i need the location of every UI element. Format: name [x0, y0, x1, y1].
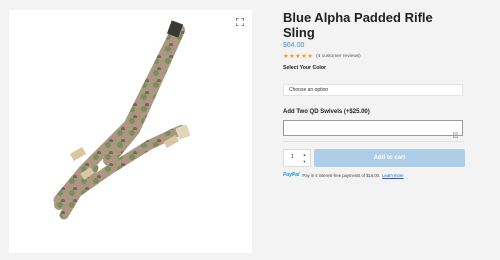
star-rating: ★★★★★ — [283, 53, 314, 60]
document-icon — [453, 125, 458, 138]
chevron-down-icon[interactable]: ▼ — [302, 159, 307, 164]
quantity-stepper[interactable]: 1 ▲ ▼ — [283, 149, 311, 167]
paypal-text: Pay in 4 interest-free payments of $16.0… — [302, 172, 381, 178]
paypal-logo: PayPal — [283, 172, 300, 178]
add-to-cart-button[interactable]: Add to cart — [314, 149, 465, 167]
rating-row: ★★★★★ (4 customer reviews) — [283, 52, 361, 60]
swivel-label: Add Two QD Swivels (+$25.00) — [283, 109, 370, 115]
color-select[interactable]: Choose an option — [283, 84, 463, 96]
quantity-value[interactable]: 1 — [291, 154, 294, 160]
learn-more-link[interactable]: Learn more — [382, 173, 403, 178]
product-title: Blue Alpha Padded Rifle Sling — [283, 10, 433, 40]
reviews-link[interactable]: (4 customer reviews) — [316, 54, 361, 59]
expand-icon[interactable] — [236, 18, 244, 26]
color-label: Select Your Color — [283, 65, 327, 71]
swivel-input[interactable] — [283, 120, 463, 138]
product-info: Blue Alpha Padded Rifle Sling $64.00 ★★★… — [283, 10, 467, 178]
paypal-message: PayPal Pay in 4 interest-free payments o… — [283, 172, 404, 178]
chevron-up-icon[interactable]: ▲ — [302, 152, 307, 157]
product-price: $64.00 — [283, 42, 305, 49]
paypal-logo-pal: Pal — [291, 172, 300, 178]
divider — [283, 141, 464, 142]
product-image — [53, 20, 191, 220]
product-image-panel — [9, 10, 252, 253]
